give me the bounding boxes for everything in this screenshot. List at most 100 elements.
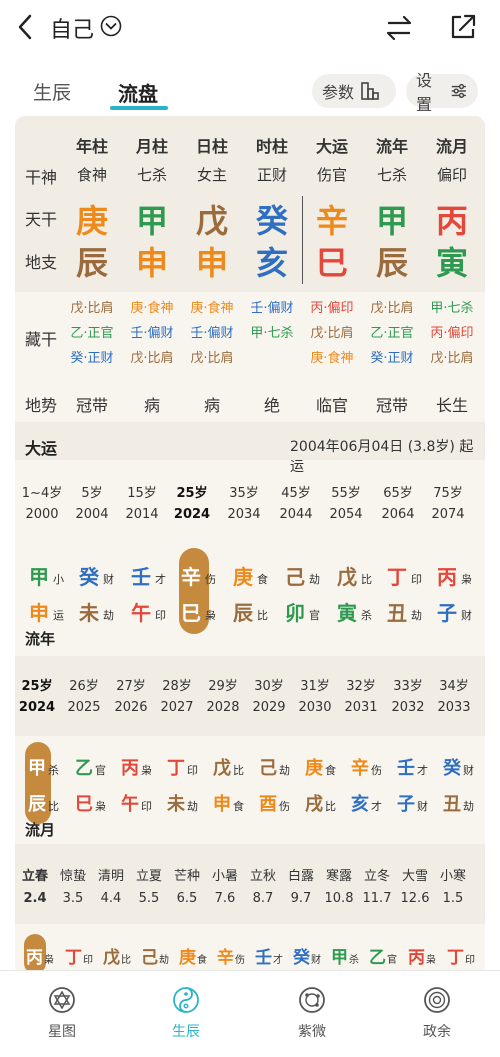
liunian-age[interactable]: 33岁 — [383, 675, 433, 694]
dayun-year[interactable]: 2054 — [321, 507, 371, 522]
liunian-age[interactable]: 26岁 — [59, 675, 109, 694]
liuyue-gan[interactable]: 辛 — [217, 943, 234, 968]
liunian-gan[interactable]: 己 — [259, 754, 277, 780]
dayun-year[interactable]: 2034 — [219, 507, 269, 522]
liunian-age[interactable]: 25岁 — [15, 675, 62, 694]
liuyue-gan[interactable]: 甲 — [331, 943, 348, 968]
jieqi-name[interactable]: 惊蛰 — [53, 865, 93, 884]
liunian-age[interactable]: 28岁 — [152, 675, 202, 694]
liunian-gan[interactable]: 乙 — [75, 754, 93, 780]
liuyue-gan[interactable]: 庚 — [179, 943, 196, 968]
swap-arrows-icon[interactable] — [385, 14, 413, 42]
profile-title[interactable]: 自己 — [50, 12, 94, 44]
dayun-gan[interactable]: 甲 — [29, 561, 49, 590]
liunian-gan[interactable]: 壬 — [397, 754, 415, 780]
tiangan-cell[interactable]: 甲 — [362, 196, 422, 242]
tiangan-cell[interactable]: 甲 — [122, 196, 182, 242]
jieqi-date[interactable]: 9.7 — [281, 891, 321, 906]
jieqi-name[interactable]: 立春 — [15, 865, 55, 884]
dayun-year[interactable]: 2074 — [423, 507, 473, 522]
liuyue-gan[interactable]: 乙 — [369, 943, 386, 968]
jieqi-date[interactable]: 4.4 — [91, 891, 131, 906]
jieqi-name[interactable]: 小寒 — [433, 865, 473, 884]
liunian-zhi[interactable]: 申 — [213, 790, 231, 816]
liunian-zhi[interactable]: 辰 — [28, 790, 46, 816]
liunian-zhi[interactable]: 子 — [397, 790, 415, 816]
liunian-year[interactable]: 2033 — [429, 700, 479, 715]
dizhi-cell[interactable]: 辰 — [62, 238, 122, 284]
jieqi-name[interactable]: 清明 — [91, 865, 131, 884]
tiangan-cell[interactable]: 庚 — [62, 196, 122, 242]
liunian-gan[interactable]: 甲 — [28, 754, 46, 780]
dayun-zhi[interactable]: 卯 — [285, 597, 305, 626]
dayun-gan[interactable]: 壬 — [131, 561, 151, 590]
liunian-gan[interactable]: 辛 — [351, 754, 369, 780]
nav-shengchen[interactable]: 生辰 — [146, 985, 226, 1041]
jieqi-date[interactable]: 6.5 — [167, 891, 207, 906]
liunian-gan[interactable]: 戊 — [213, 754, 231, 780]
dayun-zhi[interactable]: 巳 — [181, 597, 201, 626]
params-button[interactable]: 参数 — [312, 74, 396, 108]
nav-star-chart[interactable]: 星图 — [22, 985, 102, 1041]
liunian-year[interactable]: 2027 — [152, 700, 202, 715]
dayun-year[interactable]: 2044 — [271, 507, 321, 522]
liunian-age[interactable]: 29岁 — [198, 675, 248, 694]
liunian-year[interactable]: 2032 — [383, 700, 433, 715]
dayun-age[interactable]: 45岁 — [271, 482, 321, 501]
liunian-year[interactable]: 2031 — [336, 700, 386, 715]
dayun-year[interactable]: 2014 — [117, 507, 167, 522]
dayun-gan[interactable]: 辛 — [181, 561, 201, 590]
liunian-zhi[interactable]: 丑 — [443, 790, 461, 816]
jieqi-date[interactable]: 5.5 — [129, 891, 169, 906]
jieqi-date[interactable]: 12.6 — [395, 891, 435, 906]
liunian-year[interactable]: 2025 — [59, 700, 109, 715]
jieqi-name[interactable]: 立夏 — [129, 865, 169, 884]
dayun-age[interactable]: 25岁 — [167, 482, 217, 501]
liunian-year[interactable]: 2028 — [198, 700, 248, 715]
jieqi-name[interactable]: 立冬 — [357, 865, 397, 884]
dayun-year[interactable]: 2004 — [67, 507, 117, 522]
dayun-zhi[interactable]: 子 — [437, 597, 457, 626]
tab-shengchen[interactable]: 生辰 — [33, 78, 71, 105]
dizhi-cell[interactable]: 申 — [182, 238, 242, 284]
dayun-age[interactable]: 35岁 — [219, 482, 269, 501]
liuyue-gan[interactable]: 丁 — [447, 943, 464, 968]
liunian-zhi[interactable]: 巳 — [75, 790, 93, 816]
liunian-year[interactable]: 2026 — [106, 700, 156, 715]
jieqi-date[interactable]: 11.7 — [357, 891, 397, 906]
liunian-age[interactable]: 30岁 — [244, 675, 294, 694]
jieqi-name[interactable]: 小暑 — [205, 865, 245, 884]
dizhi-cell[interactable]: 辰 — [362, 238, 422, 284]
liuyue-gan[interactable]: 丁 — [65, 943, 82, 968]
liunian-gan[interactable]: 丁 — [167, 754, 185, 780]
liunian-gan[interactable]: 庚 — [305, 754, 323, 780]
liunian-zhi[interactable]: 酉 — [259, 790, 277, 816]
jieqi-date[interactable]: 3.5 — [53, 891, 93, 906]
tiangan-cell[interactable]: 丙 — [422, 196, 482, 242]
liunian-year[interactable]: 2030 — [290, 700, 340, 715]
share-icon[interactable] — [448, 12, 478, 42]
dayun-gan[interactable]: 己 — [285, 561, 305, 590]
jieqi-name[interactable]: 芒种 — [167, 865, 207, 884]
jieqi-date[interactable]: 8.7 — [243, 891, 283, 906]
liuyue-gan[interactable]: 癸 — [293, 943, 310, 968]
dayun-gan[interactable]: 庚 — [233, 561, 253, 590]
dayun-zhi[interactable]: 辰 — [233, 597, 253, 626]
tiangan-cell[interactable]: 戊 — [182, 196, 242, 242]
tiangan-cell[interactable]: 辛 — [302, 196, 362, 242]
liunian-gan[interactable]: 癸 — [443, 754, 461, 780]
dayun-age[interactable]: 75岁 — [423, 482, 473, 501]
jieqi-name[interactable]: 寒露 — [319, 865, 359, 884]
tab-liupan[interactable]: 流盘 — [118, 78, 158, 107]
liunian-zhi[interactable]: 午 — [121, 790, 139, 816]
liunian-age[interactable]: 31岁 — [290, 675, 340, 694]
liunian-age[interactable]: 27岁 — [106, 675, 156, 694]
chevron-down-icon[interactable] — [100, 15, 122, 37]
jieqi-name[interactable]: 大雪 — [395, 865, 435, 884]
liunian-year[interactable]: 2024 — [15, 700, 62, 715]
dayun-gan[interactable]: 癸 — [79, 561, 99, 590]
liunian-age[interactable]: 32岁 — [336, 675, 386, 694]
jieqi-name[interactable]: 立秋 — [243, 865, 283, 884]
tiangan-cell[interactable]: 癸 — [242, 196, 302, 242]
dayun-age[interactable]: 1~4岁 — [17, 482, 67, 501]
